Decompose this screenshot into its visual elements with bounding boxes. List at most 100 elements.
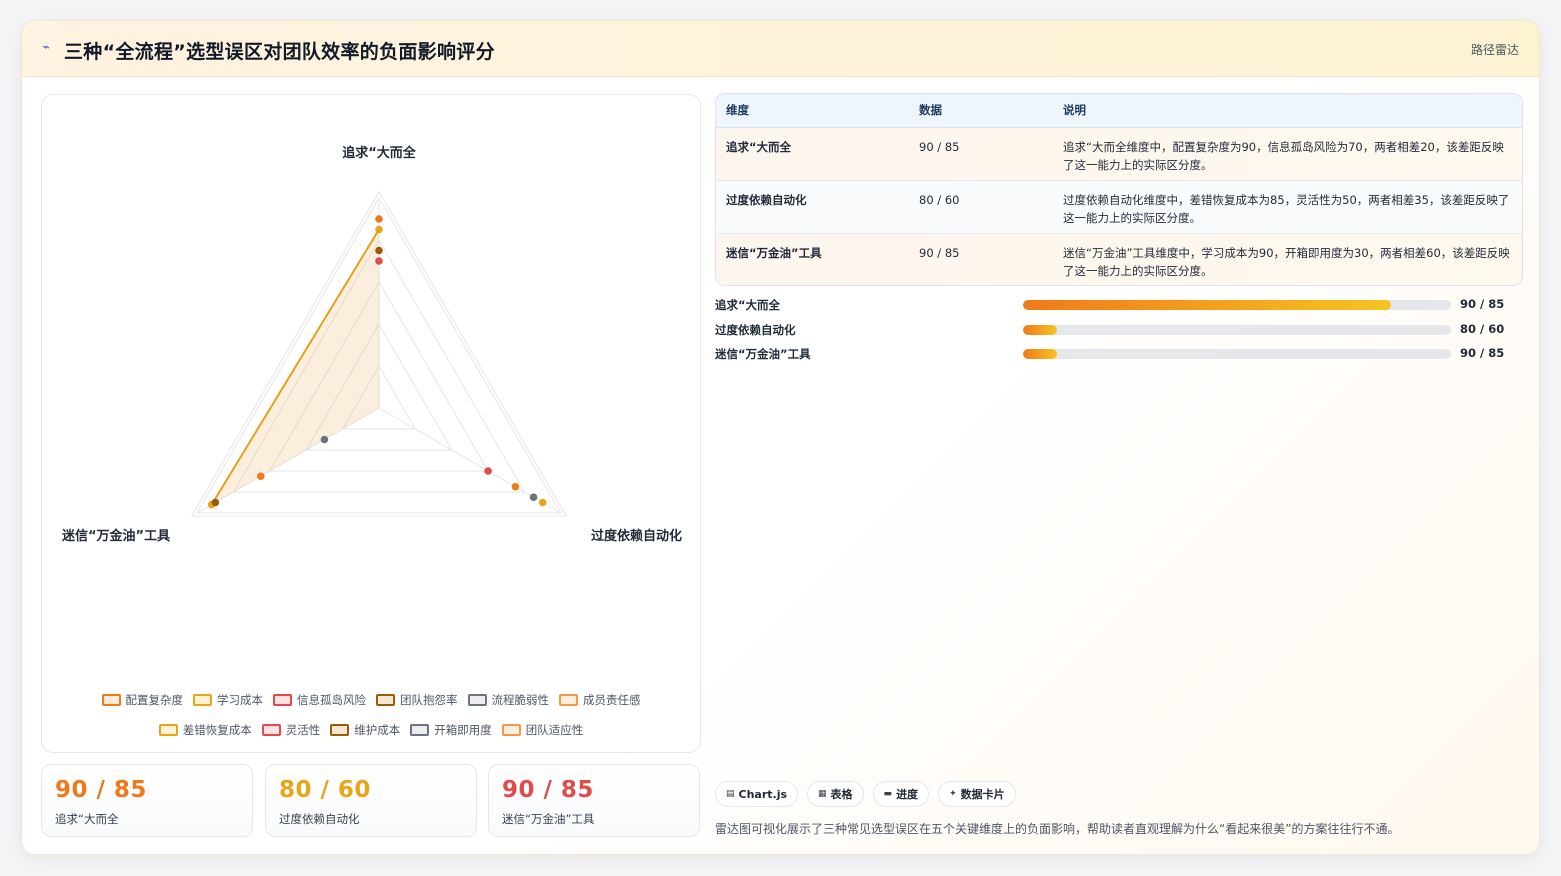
progress-value: 90 / 85 [1460,346,1505,360]
legend-swatch [101,694,121,706]
radar-point [375,225,383,234]
table-cell-data: 80 / 60 [909,180,1053,234]
table-cell-description: 追求“大而全维度中，配置复杂度为90，信息孤岛风险为70，两者相差20，该差距反… [1053,127,1522,181]
tech-chips: ▤ Chart.js ▦ 表格 ▬ 进度 ✦ 数据卡片 [715,781,1016,807]
column-header: 数据 [909,94,1053,128]
legend-label: 开箱即用度 [434,723,492,737]
progress-track [1023,300,1451,310]
legend-item[interactable]: 灵活性 [261,723,321,737]
table-cell-data: 90 / 85 [919,245,960,260]
table-row: 过度依赖自动化 80 / 60 过度依赖自动化维度中，差错恢复成本为85，灵活性… [716,180,1522,234]
legend-swatch [501,724,521,736]
progress-row: 追求“大而全 90 / 85 [715,297,1523,322]
page-title: 三种“全流程”选型误区对团队效率的负面影响评分 [64,41,495,63]
legend-swatch [330,724,350,736]
table-row: 追求“大而全 90 / 85 追求“大而全维度中，配置复杂度为90，信息孤岛风险… [716,127,1522,181]
header-tag: 路径雷达 [1470,43,1519,57]
legend-item[interactable]: 团队适应性 [501,723,584,737]
table-cell-dimension: 过度依赖自动化 [716,180,909,234]
legend-label: 团队抱怨率 [400,693,458,707]
progress-row: 迷信“万金油”工具 90 / 85 [715,346,1523,371]
legend-swatch [261,724,281,736]
table-cell-description: 迷信“万金油”工具维度中，学习成本为90，开箱即用度为30，两者相差60，该差距… [1063,245,1510,278]
legend-item[interactable]: 开箱即用度 [410,723,492,737]
radar-point [529,493,538,502]
legend-item[interactable]: 维护成本 [330,723,400,737]
table-row: 迷信“万金油”工具 90 / 85 迷信“万金油”工具维度中，学习成本为90，开… [716,233,1522,285]
radar-chart: 追求“大而全过度依赖自动化 迷信“万金油”工具 [61,145,682,544]
progress-value: 80 / 60 [1460,321,1505,336]
table-cell-dimension: 追求“大而全 [716,127,909,181]
stat-card: 90 / 85 迷信“万金油”工具 [488,764,700,837]
legend-swatch [559,694,578,706]
legend-swatch [410,724,430,736]
data-card-icon: ✦ [949,789,957,799]
progress-track [1023,324,1451,335]
radar-chart-panel: 追求“大而全 过度依赖自动化 迷信“万金油”工具 配置复杂度 学习成本 信息孤岛风险 团队… [41,94,701,753]
card-header: ⌁ 三种“全流程”选型误区对团队效率的负面影响评分 路径雷达 [22,21,1539,77]
column-header: 说明 [1053,94,1522,128]
legend-item[interactable]: 学习成本 [193,693,263,707]
radar-point [211,498,220,507]
stat-label: 追求“大而全 [55,812,119,826]
progress-value: 90 / 85 [1460,297,1505,311]
chart-legend: 配置复杂度 学习成本 信息孤岛风险 团队抱怨率 流程脆弱性 成员责任感差错恢复成本 灵活性 维… [62,693,680,737]
legend-swatch [273,694,292,706]
radar-point [511,482,520,491]
stat-value: 90 / 85 [55,777,147,803]
chartjs-icon: ▤ [726,789,735,799]
legend-label: 差错恢复成本 [182,723,252,737]
stat-value: 90 / 85 [502,777,594,803]
chip-label: 数据卡片 [960,788,1005,801]
radar-point [538,498,547,507]
table-cell-description: 过度依赖自动化维度中，差错恢复成本为85，灵活性为50，两者相差35，该差距反映… [1053,180,1522,234]
progress-fill [1023,349,1058,359]
progress-label: 迷信“万金油”工具 [715,347,811,361]
radar-point [375,215,383,223]
stat-cards: 90 / 85 追求“大而全 80 / 60 过度依赖自动化 90 / 85 迷… [41,764,701,837]
legend-label: 配置复杂度 [125,693,184,707]
stat-card: 80 / 60 过度依赖自动化 [265,764,477,837]
radar-point [375,246,383,255]
legend-label: 信息孤岛风险 [297,693,366,707]
chip-label: Chart.js [738,787,788,801]
legend-label: 灵活性 [285,723,321,737]
table-cell-dimension: 迷信“万金油”工具 [726,245,822,260]
legend-item[interactable]: 信息孤岛风险 [273,693,366,707]
table-cell-data: 90 / 85 [909,127,1053,181]
radar-point [484,467,492,475]
stat-label: 迷信“万金油”工具 [502,812,595,826]
chip-data-card[interactable]: ✦ 数据卡片 [938,781,1016,807]
radar-point [320,435,329,444]
chip-progress[interactable]: ▬ 进度 [872,781,930,807]
progress-icon: ▬ [883,789,893,799]
stat-value: 80 / 60 [279,777,371,803]
radar-axis-label: 追求“大而全 [342,145,417,161]
progress-fill [1023,300,1392,310]
legend-item[interactable]: 流程脆弱性 [467,693,550,707]
legend-item[interactable]: 配置复杂度 [101,693,184,707]
progress-row: 过度依赖自动化 80 / 60 [715,322,1523,347]
chip-chartjs[interactable]: ▤ Chart.js [715,781,799,807]
radar-axis-label: 迷信“万金油”工具 [61,528,170,544]
radar-point [256,472,265,481]
legend-label: 维护成本 [354,723,401,737]
progress-label: 追求“大而全 [715,298,781,312]
progress-label: 过度依赖自动化 [715,322,796,337]
legend-item[interactable]: 团队抱怨率 [376,693,458,707]
legend-label: 成员责任感 [583,693,641,707]
legend-label: 流程脆弱性 [491,693,550,707]
legend-item[interactable]: 成员责任感 [559,693,641,707]
legend-item[interactable]: 差错恢复成本 [158,723,252,737]
progress-track [1023,349,1451,359]
chip-table[interactable]: ▦ 表格 [807,781,864,807]
progress-fill [1023,324,1058,335]
progress-list: 追求“大而全 90 / 85 过度依赖自动化 80 / 60 迷信“万金油”工具… [715,297,1523,371]
chip-label: 进度 [896,788,919,801]
radar-point [375,257,383,265]
radar-axis-label: 过度依赖自动化 [591,528,682,544]
legend-swatch [467,694,487,706]
legend-label: 团队适应性 [525,723,584,737]
chip-label: 表格 [830,788,853,801]
chart-spark-icon: ⌁ [42,40,50,55]
